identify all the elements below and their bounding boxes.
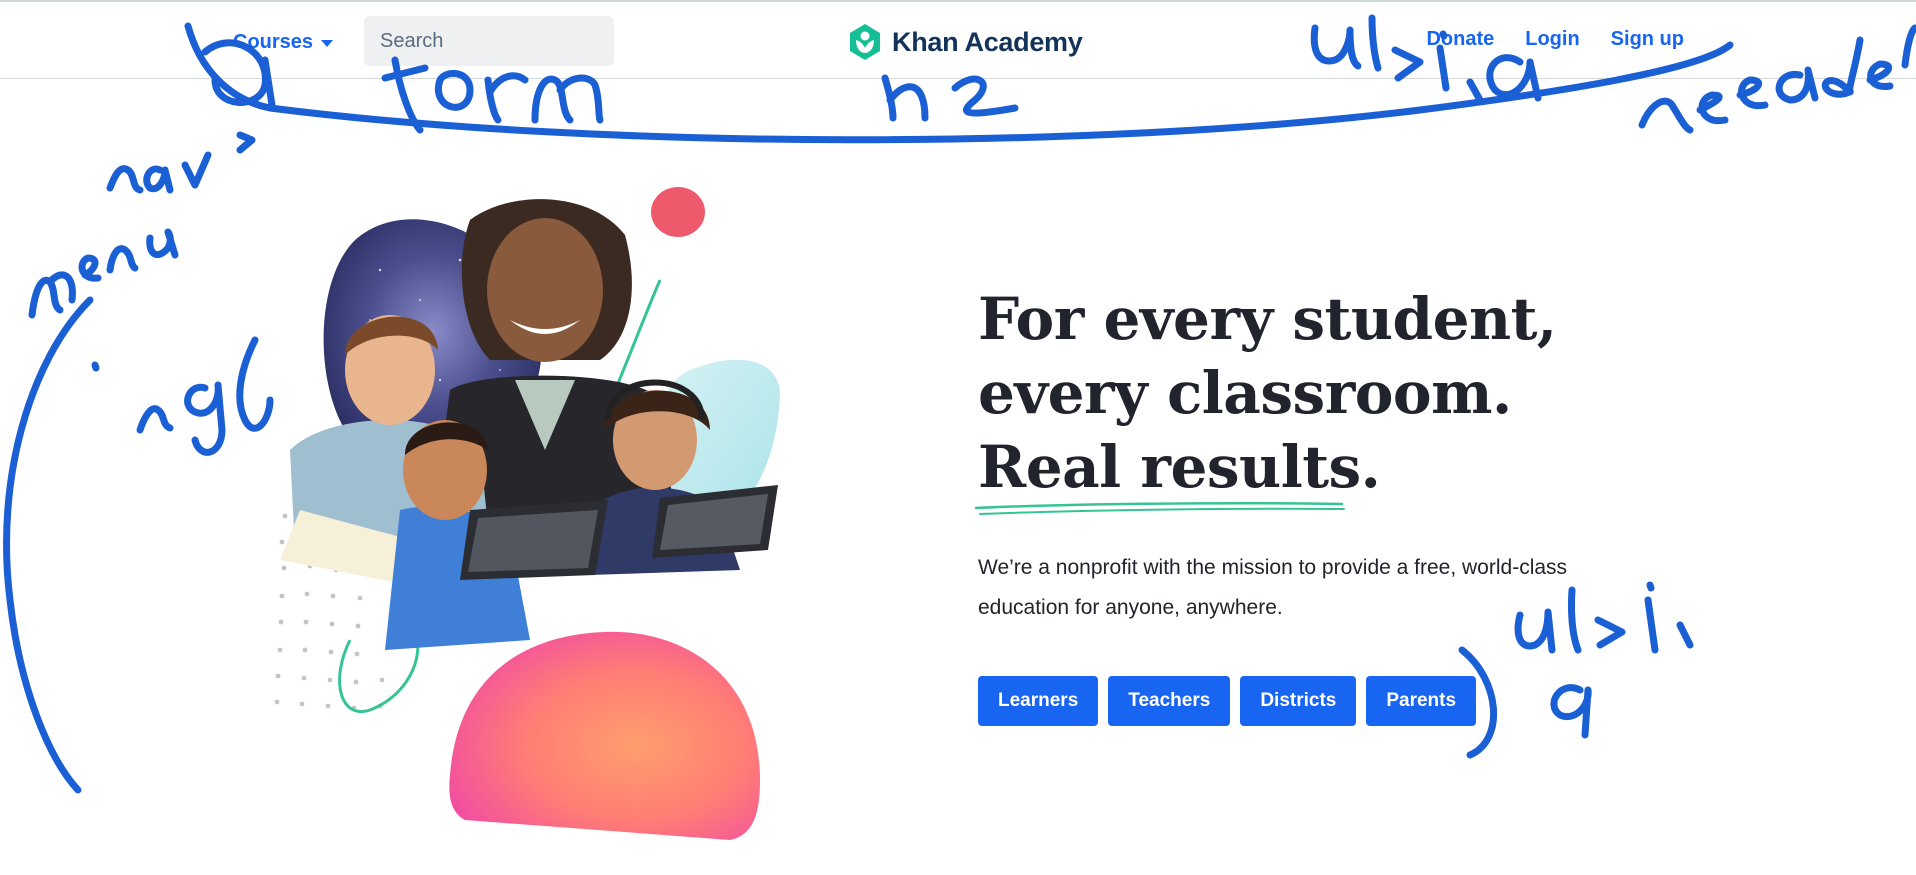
hero-subtitle: We’re a nonprofit with the mission to pr… bbox=[978, 556, 1568, 619]
teachers-button[interactable]: Teachers bbox=[1108, 676, 1231, 726]
logo-text: Khan Academy bbox=[892, 26, 1083, 57]
courses-menu[interactable]: Courses bbox=[233, 27, 334, 57]
hero-title-line-2: every classroom. bbox=[978, 359, 1512, 427]
courses-label: Courses bbox=[233, 30, 314, 53]
header-nav: Donate Login Sign up bbox=[1426, 28, 1684, 51]
hero-title: For every student, every classroom. Real… bbox=[978, 282, 1557, 504]
title-underline-decoration bbox=[974, 501, 1345, 515]
site-logo[interactable]: Khan Academy bbox=[848, 22, 1083, 62]
smoke-shape bbox=[449, 631, 760, 840]
districts-button[interactable]: Districts bbox=[1240, 676, 1357, 726]
hero-title-line-1: For every student, bbox=[978, 285, 1557, 353]
hero-image-collage bbox=[274, 187, 780, 840]
chevron-down-icon bbox=[321, 40, 334, 47]
learners-button[interactable]: Learners bbox=[978, 676, 1099, 726]
donate-link[interactable]: Donate bbox=[1426, 28, 1494, 51]
audience-buttons: Learners Teachers Districts Parents bbox=[978, 676, 1477, 726]
site-header: Courses Khan Academy Donate Login Sign u… bbox=[0, 2, 1916, 79]
search-form bbox=[364, 16, 647, 66]
parents-button[interactable]: Parents bbox=[1366, 676, 1477, 726]
search-input[interactable] bbox=[378, 28, 647, 54]
login-link[interactable]: Login bbox=[1525, 28, 1579, 51]
hero-title-line-3: Real results. bbox=[978, 433, 1381, 501]
red-dot-shape bbox=[651, 187, 705, 237]
khan-academy-logo-icon bbox=[850, 24, 880, 60]
signup-link[interactable]: Sign up bbox=[1611, 28, 1684, 51]
